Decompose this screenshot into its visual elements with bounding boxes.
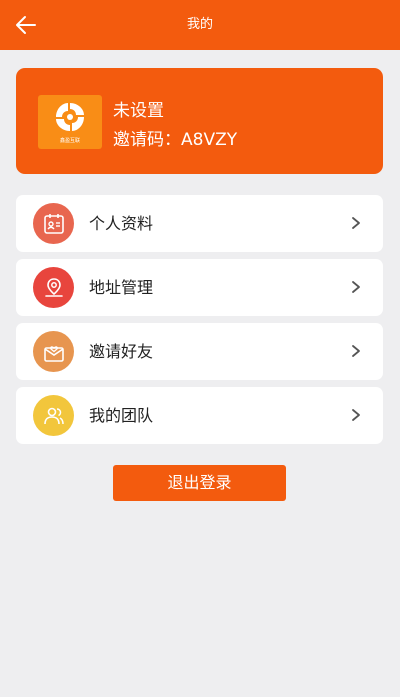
menu-item-address[interactable]: 地址管理 — [16, 259, 383, 316]
chevron-right-icon — [352, 281, 360, 293]
menu-item-profile[interactable]: 个人资料 — [16, 195, 383, 252]
chevron-right-icon — [352, 217, 360, 229]
location-pin-icon — [33, 267, 74, 308]
chevron-right-icon — [352, 345, 360, 357]
invite-code-row: 邀请码：A8VZY — [113, 125, 237, 150]
logo-caption: 鑫盈互联 — [59, 138, 80, 144]
top-bar: 我的 — [0, 0, 400, 50]
menu-item-team[interactable]: 我的团队 — [16, 387, 383, 444]
page-title: 我的 — [186, 17, 213, 32]
menu-label: 个人资料 — [89, 214, 154, 233]
menu-item-invite[interactable]: 邀请好友 — [16, 323, 383, 380]
profile-card: 鑫盈互联 未设置 邀请码：A8VZY — [16, 68, 383, 174]
envelope-heart-icon — [33, 331, 74, 372]
invite-code-label: 邀请码： — [113, 130, 181, 150]
invite-code-value: A8VZY — [181, 130, 238, 150]
profile-name: 未设置 — [113, 101, 164, 121]
logout-button[interactable]: 退出登录 — [113, 465, 286, 501]
menu-label: 邀请好友 — [89, 342, 154, 361]
menu-label: 地址管理 — [89, 278, 154, 297]
id-card-icon — [33, 203, 74, 244]
menu-label: 我的团队 — [89, 406, 154, 425]
chevron-right-icon — [352, 409, 360, 421]
avatar: 鑫盈互联 — [38, 95, 102, 149]
team-icon — [33, 395, 74, 436]
